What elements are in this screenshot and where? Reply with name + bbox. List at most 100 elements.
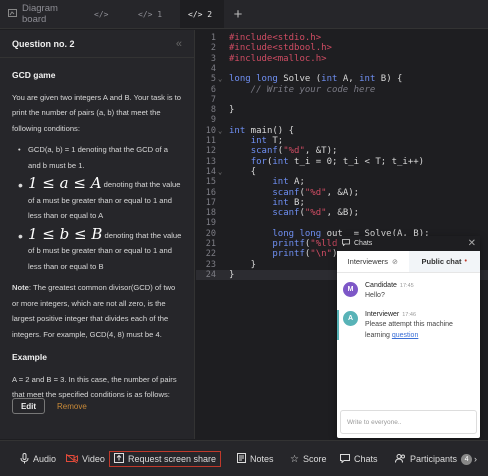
line-number: 24 [205, 269, 216, 280]
fold-chevron-icon[interactable]: ⌄ [218, 74, 222, 84]
condition-math: 1 ≤ a ≤ A [28, 174, 102, 192]
fold-chevron-icon[interactable]: ⌄ [218, 126, 222, 136]
line-number: 16 [205, 187, 216, 198]
code-line[interactable]: 10 ⌄ int main() { [196, 126, 488, 136]
tab-interviewers[interactable]: Interviewers ⊘ [337, 251, 409, 272]
code-line[interactable]: 16 scanf("%d", &A); [196, 188, 488, 198]
problem-intro: You are given two integers A and B. Your… [12, 92, 182, 133]
code-line[interactable]: 15 int A; [196, 177, 488, 187]
code-text: long long Solve (int A, int B) { [229, 74, 403, 85]
score-button[interactable]: ☆ Score [290, 451, 326, 467]
more-options-icon[interactable]: › [474, 451, 477, 467]
code-line[interactable]: 8} [196, 105, 488, 115]
unread-dot-icon: • [464, 258, 467, 265]
notes-icon [237, 453, 246, 465]
condition-text: GCD(a, b) = 1 denoting that the GCD of a… [28, 145, 168, 170]
condition-math: 1 ≤ b ≤ B [28, 224, 103, 243]
fold-chevron-icon[interactable]: ⌄ [218, 167, 222, 177]
tab-public-chat[interactable]: Public chat • [408, 251, 480, 272]
edit-button[interactable]: Edit [12, 398, 45, 414]
code-text: } [229, 259, 257, 270]
line-number: 1 [210, 33, 216, 43]
chat-message-input[interactable]: Write to everyone.. [340, 410, 477, 434]
problem-heading: GCD game [12, 70, 56, 80]
collapse-panel-icon[interactable]: « [176, 38, 182, 50]
audio-label: Audio [33, 454, 57, 464]
code-icon: </> [94, 9, 109, 19]
chats-button[interactable]: Chats [340, 451, 378, 467]
chat-input-placeholder: Write to everyone.. [347, 418, 402, 426]
tab-code[interactable]: </> [86, 0, 130, 28]
code-line[interactable]: 5 ⌄ long long Solve (int A, int B) { [196, 74, 488, 84]
editor-tabbar: Diagram board </> </> 1 </> 2 + [0, 0, 488, 29]
message-link[interactable]: question [392, 332, 418, 339]
code-text: int A; [272, 177, 305, 188]
add-tab-button[interactable]: + [224, 0, 252, 28]
message-text: Hello? [365, 292, 385, 299]
message-time: 17:46 [402, 312, 416, 318]
line-number: 15 [205, 177, 216, 188]
code-line[interactable]: 14 ⌄ { [196, 167, 488, 177]
message-body: Interviewer 17:46 Please attempt this mac… [365, 311, 475, 341]
condition-item: 1 ≤ b ≤ B denoting that the value of b m… [18, 224, 182, 275]
line-number: 7 [210, 94, 216, 105]
code-line[interactable]: 9 [196, 115, 488, 125]
tab-label: Interviewers [347, 257, 389, 266]
eye-off-icon: ⊘ [392, 258, 398, 266]
request-screen-share-button[interactable]: Request screen share [109, 451, 222, 467]
code-line[interactable]: 17 int B; [196, 198, 488, 208]
participants-button[interactable]: Participants 4 [395, 451, 473, 467]
code-line[interactable]: 19 [196, 218, 488, 228]
question-header: Question no. 2 « [0, 30, 194, 58]
code-text: scanf("%d", &B); [272, 208, 360, 219]
message-author: Candidate [365, 282, 397, 289]
screen-share-icon [114, 453, 124, 465]
video-off-icon [65, 453, 78, 465]
close-icon[interactable]: ✕ [468, 238, 476, 249]
line-number: 19 [205, 218, 216, 229]
line-number: 4 [210, 63, 216, 74]
code-line[interactable]: 2 #include<stdbool.h> [196, 43, 488, 53]
question-title: Question no. 2 [12, 38, 75, 49]
microphone-icon [20, 452, 29, 466]
code-text: } [229, 269, 235, 280]
remove-button[interactable]: Remove [57, 402, 87, 411]
code-icon: </> 2 [188, 9, 213, 19]
code-line[interactable]: 3 #include<malloc.h> [196, 54, 488, 64]
code-line[interactable]: 6 // Write your code here [196, 85, 488, 95]
code-line[interactable]: 4 [196, 64, 488, 74]
video-label: Video [82, 454, 105, 464]
code-line[interactable]: 1 #include<stdio.h> [196, 33, 488, 43]
diagram-icon [8, 9, 17, 19]
code-text: for(int t_i = 0; t_i < T; t_i++) [250, 156, 425, 167]
tab-code-2[interactable]: </> 2 [180, 0, 224, 28]
code-text: #include<stdio.h> [229, 33, 322, 43]
message-time: 17:45 [399, 283, 414, 289]
code-line[interactable]: 13 for(int t_i = 0; t_i < T; t_i++) [196, 157, 488, 167]
chat-message: A Interviewer 17:46 Please attempt this m… [343, 311, 475, 341]
line-number: 21 [205, 239, 216, 249]
line-number: 13 [205, 156, 216, 167]
video-button[interactable]: Video [65, 451, 105, 467]
problem-note: Note: The greatest common divisor(GCD) o… [12, 280, 182, 342]
code-line[interactable]: 18 scanf("%d", &B); [196, 208, 488, 218]
notes-button[interactable]: Notes [237, 451, 274, 467]
note-label: Note [12, 283, 29, 292]
score-label: Score [302, 454, 327, 464]
code-line[interactable]: 12 scanf("%d", &T); [196, 146, 488, 156]
conditions-list: GCD(a, b) = 1 denoting that the GCD of a… [18, 142, 182, 274]
chat-bubble-icon [342, 239, 350, 248]
line-number: 3 [210, 53, 216, 64]
share-label: Request screen share [128, 454, 217, 464]
participants-label: Participants [410, 454, 458, 464]
line-number: 12 [205, 146, 216, 157]
code-icon: </> 1 [138, 9, 163, 19]
tab-diagram-board[interactable]: Diagram board [0, 0, 86, 28]
code-line[interactable]: 7 [196, 95, 488, 105]
code-line[interactable]: 11 int T; [196, 136, 488, 146]
audio-button[interactable]: Audio [20, 451, 56, 467]
tab-code-1[interactable]: </> 1 [130, 0, 180, 28]
chat-panel: Chats ✕ Interviewers ⊘ Public chat • M C… [337, 236, 480, 438]
code-text: int main() { [229, 125, 295, 136]
plus-icon: + [233, 5, 243, 23]
